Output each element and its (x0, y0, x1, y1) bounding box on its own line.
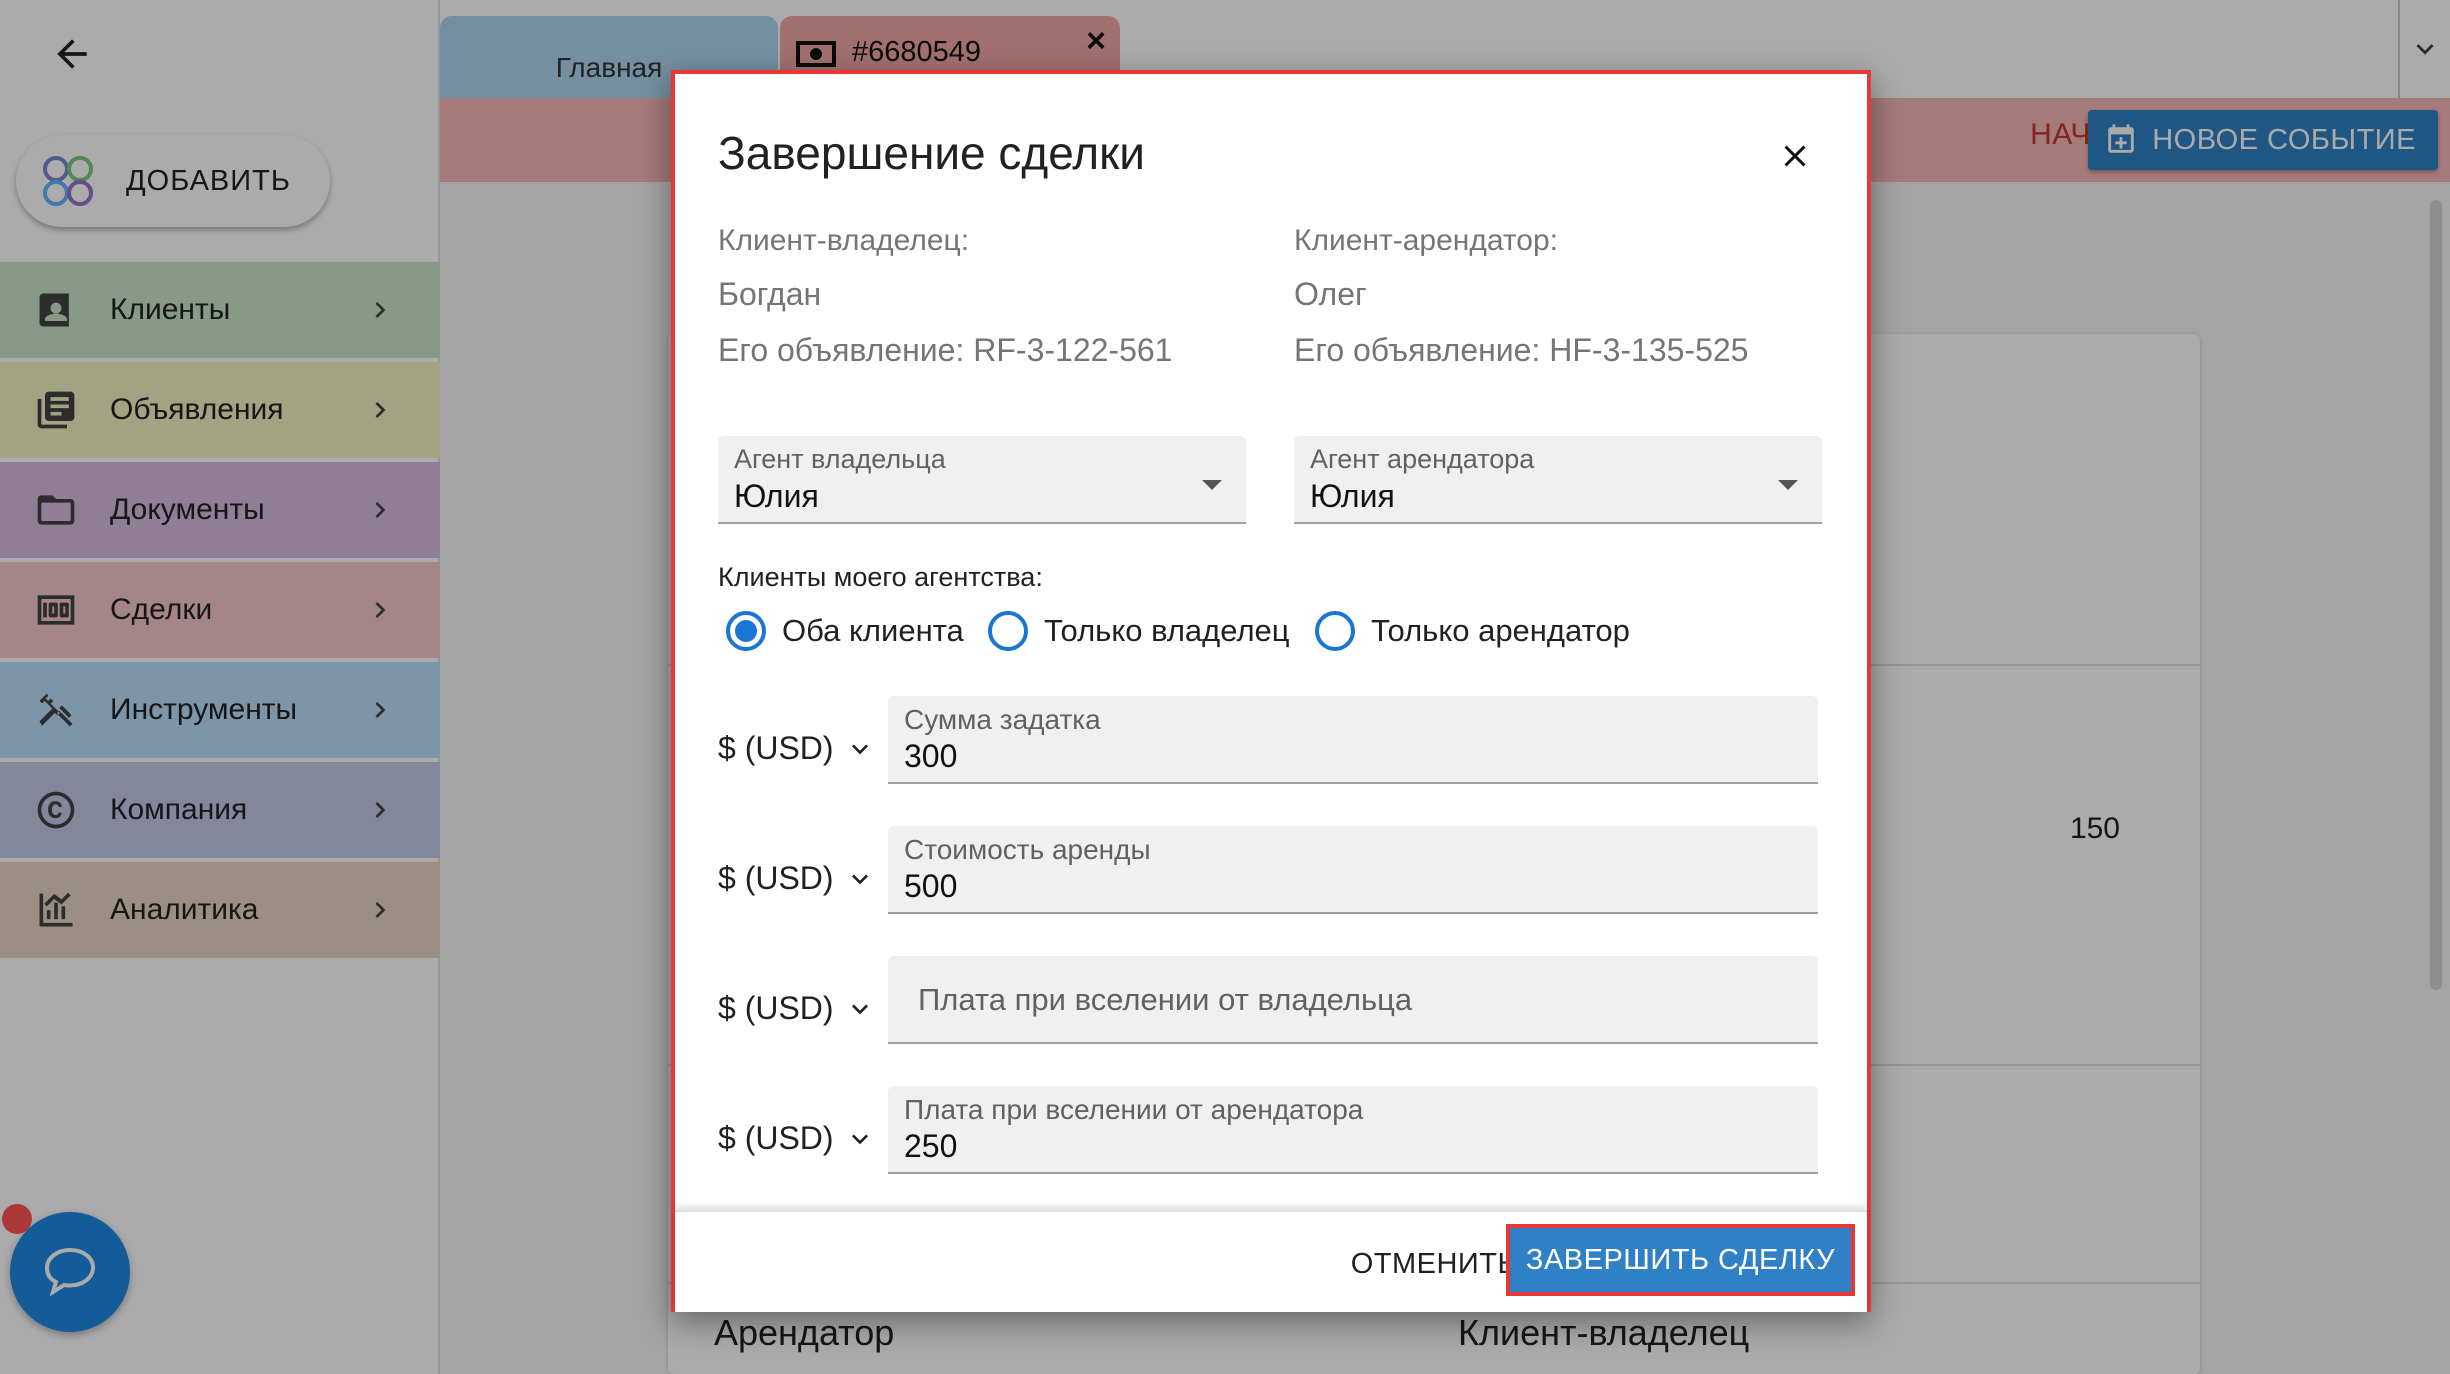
owner-agent-label: Агент владельца (734, 444, 946, 474)
dialog-footer: ОТМЕНИТЬ ЗАВЕРШИТЬ СДЕЛКУ (675, 1210, 1867, 1312)
cancel-button[interactable]: ОТМЕНИТЬ (1351, 1248, 1517, 1281)
owner-fee-placeholder: Плата при вселении от владельца (918, 982, 1413, 1017)
deposit-value: 300 (904, 738, 958, 774)
owner-agent-select[interactable]: Агент владельца Юлия (718, 436, 1246, 524)
chevron-down-icon (851, 1003, 868, 1014)
radio-label: Оба клиента (782, 613, 964, 648)
agency-clients-label: Клиенты моего агентства: (718, 562, 1043, 592)
tenant-fee-label: Плата при вселении от арендатора (904, 1094, 1364, 1125)
chevron-down-icon (851, 873, 868, 884)
tenant-agent-value: Юлия (1310, 478, 1395, 514)
rent-field[interactable]: Стоимость аренды 500 (888, 826, 1818, 914)
radio-owner-only[interactable]: Только владелец (988, 604, 1290, 658)
dropdown-arrow-icon (1778, 480, 1798, 490)
dropdown-arrow-icon (1202, 480, 1222, 490)
radio-label: Только владелец (1044, 613, 1290, 648)
deposit-label: Сумма задатка (904, 704, 1101, 735)
currency-label: $ (USD) (718, 860, 834, 896)
currency-select[interactable]: $ (USD) (718, 860, 876, 897)
finish-deal-button[interactable]: ЗАВЕРШИТЬ СДЕЛКУ (1505, 1224, 1855, 1296)
radio-label: Только арендатор (1371, 613, 1630, 648)
owner-client-name: Богдан (718, 276, 822, 312)
chevron-down-icon (851, 1133, 868, 1144)
tenant-client-label: Клиент-арендатор: (1294, 224, 1558, 257)
dialog-title: Завершение сделки (718, 127, 1145, 179)
tenant-agent-select[interactable]: Агент арендатора Юлия (1294, 436, 1822, 524)
finish-deal-dialog: Завершение сделки Клиент-владелец: Богда… (671, 70, 1871, 1312)
tenant-client-name: Олег (1294, 276, 1367, 312)
tenant-listing: Его объявление: HF-3-135-525 (1294, 332, 1749, 368)
finish-deal-label: ЗАВЕРШИТЬ СДЕЛКУ (1525, 1243, 1835, 1276)
radio-unchecked-icon (1315, 611, 1355, 651)
currency-label: $ (USD) (718, 1120, 834, 1156)
close-icon[interactable] (1771, 132, 1819, 180)
owner-listing: Его объявление: RF-3-122-561 (718, 332, 1173, 368)
owner-fee-field[interactable]: Плата при вселении от владельца (888, 956, 1818, 1044)
deposit-field[interactable]: Сумма задатка 300 (888, 696, 1818, 784)
tenant-agent-label: Агент арендатора (1310, 444, 1535, 474)
rent-label: Стоимость аренды (904, 834, 1151, 865)
currency-select[interactable]: $ (USD) (718, 990, 876, 1027)
tenant-fee-field[interactable]: Плата при вселении от арендатора 250 (888, 1086, 1818, 1174)
owner-agent-value: Юлия (734, 478, 819, 514)
currency-select[interactable]: $ (USD) (718, 730, 876, 767)
radio-both-clients[interactable]: Оба клиента (726, 604, 964, 658)
radio-tenant-only[interactable]: Только арендатор (1315, 604, 1630, 658)
radio-unchecked-icon (988, 611, 1028, 651)
rent-value: 500 (904, 868, 958, 904)
currency-select[interactable]: $ (USD) (718, 1120, 876, 1157)
tenant-fee-value: 250 (904, 1128, 958, 1164)
currency-label: $ (USD) (718, 730, 834, 766)
chevron-down-icon (851, 743, 868, 754)
owner-client-label: Клиент-владелец: (718, 224, 970, 257)
currency-label: $ (USD) (718, 990, 834, 1026)
radio-checked-icon (726, 611, 766, 651)
